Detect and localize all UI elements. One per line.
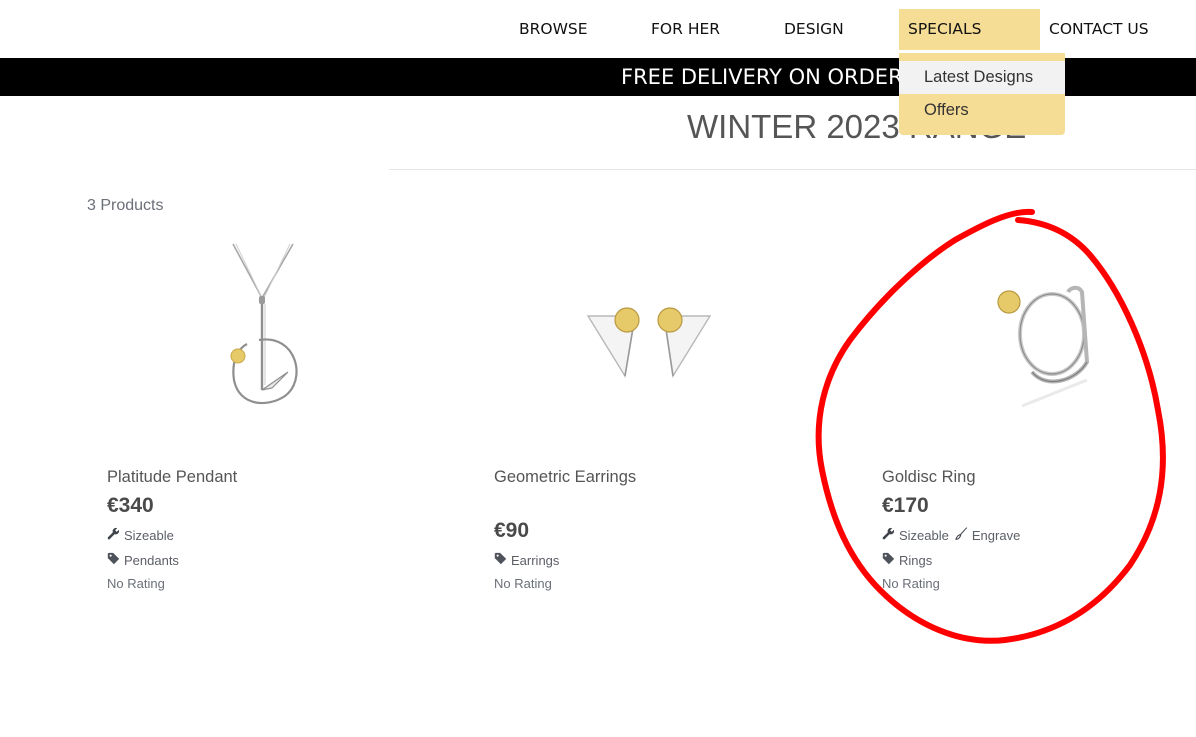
product-category: Rings bbox=[882, 552, 932, 568]
category-label[interactable]: Rings bbox=[899, 553, 932, 568]
product-card: Goldisc Ring €170 Sizeable Engrave Rings… bbox=[882, 230, 1196, 610]
feature-sizeable: Sizeable bbox=[899, 527, 949, 543]
product-price: €170 bbox=[882, 494, 929, 517]
category-label[interactable]: Earrings bbox=[511, 553, 559, 568]
product-price: €340 bbox=[107, 494, 154, 517]
product-name[interactable]: Geometric Earrings bbox=[494, 468, 636, 487]
feature-engrave: Engrave bbox=[971, 527, 1021, 543]
tag-icon bbox=[107, 552, 124, 568]
product-card: Platitude Pendant €340 Sizeable Pendants… bbox=[107, 230, 437, 610]
product-price: €90 bbox=[494, 519, 530, 542]
nav-contact-us[interactable]: CONTACT US bbox=[1049, 9, 1149, 50]
nav-specials[interactable]: SPECIALS bbox=[899, 9, 1040, 50]
pendant-image[interactable] bbox=[107, 230, 407, 450]
tag-icon bbox=[882, 552, 899, 568]
wrench-icon bbox=[107, 527, 124, 543]
nav-browse[interactable]: BROWSE bbox=[519, 9, 588, 50]
product-category: Pendants bbox=[107, 552, 179, 568]
title-divider bbox=[389, 169, 1196, 170]
page-title: WINTER 2023 RANGE bbox=[687, 108, 1027, 145]
product-rating: No Rating bbox=[107, 576, 165, 591]
category-label[interactable]: Pendants bbox=[124, 553, 179, 568]
top-nav: BROWSE FOR HER DESIGN SPECIALS CONTACT U… bbox=[0, 0, 1196, 58]
product-card: Geometric Earrings €90 Earrings No Ratin… bbox=[494, 230, 824, 610]
feature-sizeable: Sizeable bbox=[124, 527, 174, 543]
specials-dropdown: Latest Designs Offers bbox=[899, 53, 1065, 135]
tag-icon bbox=[494, 552, 511, 568]
product-rating: No Rating bbox=[882, 576, 940, 591]
brush-icon bbox=[954, 527, 972, 543]
product-name[interactable]: Platitude Pendant bbox=[107, 468, 237, 487]
product-count: 3 Products bbox=[87, 197, 164, 214]
dropdown-item-latest-designs[interactable]: Latest Designs bbox=[899, 61, 1065, 94]
product-category: Earrings bbox=[494, 552, 559, 568]
product-name[interactable]: Goldisc Ring bbox=[882, 468, 976, 487]
nav-for-her[interactable]: FOR HER bbox=[651, 9, 720, 50]
wrench-icon bbox=[882, 527, 899, 543]
product-rating: No Rating bbox=[494, 576, 552, 591]
dropdown-item-offers[interactable]: Offers bbox=[899, 94, 1065, 127]
nav-design[interactable]: DESIGN bbox=[784, 9, 844, 50]
product-features: Sizeable Engrave bbox=[882, 527, 1020, 543]
product-features: Sizeable bbox=[107, 527, 174, 543]
ring-image[interactable] bbox=[882, 230, 1182, 450]
earrings-image[interactable] bbox=[494, 230, 794, 450]
